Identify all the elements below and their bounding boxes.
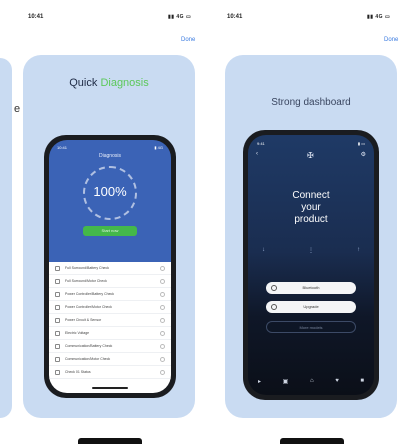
- list-item[interactable]: Power Controller/Motor Check: [49, 301, 171, 314]
- card-title-part2: Diagnosis: [100, 77, 149, 89]
- connect-product-heading: Connect your product: [248, 190, 374, 226]
- status-icons: ▮▮ 4G ▭: [168, 14, 192, 20]
- dashboard-background: 9:41 ▮ ▭ ‹ ✠ ⚙ Connect your product ↓ ⋮ …: [248, 135, 374, 395]
- upgrade-label: Upgrade: [303, 304, 319, 309]
- list-item-label: Full Surround/Battery Check: [65, 266, 109, 270]
- home-indicator-left: [78, 438, 142, 444]
- tab-home-icon[interactable]: ⌂: [310, 378, 314, 385]
- status-icon: [160, 291, 165, 297]
- status-icon: [160, 343, 165, 349]
- check-item-icon: [55, 369, 60, 375]
- list-item[interactable]: Communication/Motor Check: [49, 353, 171, 366]
- home-indicator: [92, 387, 128, 389]
- diagnosis-header: 10:41 ▮ 4G Diagnosis 100% Start now: [49, 140, 171, 262]
- list-item[interactable]: Full Surround/Motor Check: [49, 275, 171, 288]
- home-indicator-right: [280, 438, 344, 444]
- progress-value: 100%: [93, 184, 127, 199]
- list-item-label: Communication/Battery Check: [65, 344, 113, 348]
- status-icon: [160, 278, 165, 284]
- upgrade-button[interactable]: Upgrade: [266, 301, 356, 313]
- check-item-icon: [55, 291, 60, 297]
- tab-ride-icon[interactable]: ▸: [258, 378, 261, 385]
- card-title: Strong dashboard: [271, 97, 351, 108]
- check-item-icon: [55, 343, 60, 349]
- list-item-label: Full Surround/Motor Check: [65, 279, 107, 283]
- check-item-icon: [55, 304, 60, 310]
- check-item-icon: [55, 278, 60, 284]
- list-item-label: Power Circuit & Sensor: [65, 318, 102, 322]
- done-button-right[interactable]: Done: [384, 37, 398, 43]
- diagnosis-check-list: Full Surround/Battery Check Full Surroun…: [49, 262, 171, 393]
- brand-logo-icon: ✠: [307, 151, 314, 160]
- dashboard-indicators: ↓ ⋮ ↑: [262, 247, 360, 254]
- bluetooth-button[interactable]: Bluetooth: [266, 282, 356, 294]
- list-item-label: Power Controller/Battery Check: [65, 292, 115, 296]
- status-icon: [160, 330, 165, 336]
- upgrade-icon: [271, 304, 277, 310]
- list-item[interactable]: Power Circuit & Sensor: [49, 314, 171, 327]
- status-time: 10:41: [227, 14, 243, 20]
- list-item-label: Electric Voltage: [65, 331, 90, 335]
- phone-status-icons: ▮ 4G: [154, 145, 163, 150]
- settings-icon[interactable]: ⚙: [361, 151, 366, 158]
- diagnosis-screen: 10:41 ▮ 4G Diagnosis 100% Start now Full…: [49, 140, 171, 393]
- status-icon: [160, 356, 165, 362]
- bluetooth-label: Bluetooth: [302, 285, 320, 290]
- back-icon[interactable]: ‹: [256, 151, 258, 157]
- list-item[interactable]: Power Controller/Battery Check: [49, 288, 171, 301]
- strong-dashboard-card[interactable]: Strong dashboard 9:41 ▮ ▭ ‹ ✠ ⚙ Connect …: [225, 55, 397, 418]
- check-item-icon: [55, 330, 60, 336]
- check-item-icon: [55, 356, 60, 362]
- phone-status-icons: ▮ ▭: [357, 141, 365, 146]
- status-icon: [160, 317, 165, 323]
- bluetooth-icon: [271, 285, 277, 291]
- tab-stats-icon[interactable]: ▣: [283, 378, 289, 385]
- card-title: Quick Diagnosis: [23, 77, 195, 89]
- connect-line-1: Connect: [292, 190, 330, 201]
- connect-line-3: product: [294, 214, 328, 225]
- list-item[interactable]: Electric Voltage: [49, 327, 171, 340]
- start-button[interactable]: Start now: [83, 226, 137, 236]
- list-item-label: Communication/Motor Check: [65, 357, 111, 361]
- quick-diagnosis-card[interactable]: Quick Diagnosis 10:41 ▮ 4G Diagnosis 100…: [23, 55, 195, 418]
- list-item[interactable]: Communication/Battery Check: [49, 340, 171, 353]
- download-icon: ↓: [262, 247, 265, 253]
- previous-screenshot-card-edge: [0, 58, 12, 418]
- status-time: 10:41: [28, 14, 44, 20]
- status-icon: [160, 304, 165, 310]
- status-icon: [160, 265, 165, 271]
- phone-status-bar: 10:41 ▮ 4G: [57, 145, 163, 150]
- dashboard-screen: 9:41 ▮ ▭ ‹ ✠ ⚙ Connect your product ↓ ⋮ …: [248, 135, 374, 395]
- gauge-icon: ⋮: [308, 248, 314, 254]
- list-item-label: Power Controller/Motor Check: [65, 305, 112, 309]
- phone-mockup: 9:41 ▮ ▭ ‹ ✠ ⚙ Connect your product ↓ ⋮ …: [243, 130, 379, 400]
- done-button-left[interactable]: Done: [181, 37, 195, 43]
- partial-text: e: [14, 103, 21, 115]
- more-models-button[interactable]: More models: [266, 321, 356, 333]
- list-item[interactable]: Check 01 Status: [49, 366, 171, 379]
- check-item-icon: [55, 265, 60, 271]
- screen-title: Diagnosis: [99, 153, 121, 159]
- status-icons: ▮▮ 4G ▭: [367, 14, 391, 20]
- tab-bar: ▸ ▣ ⌂ ♥ ■: [258, 378, 364, 385]
- phone-mockup: 10:41 ▮ 4G Diagnosis 100% Start now Full…: [44, 135, 176, 398]
- tab-profile-icon[interactable]: ■: [360, 378, 364, 385]
- connect-line-2: your: [301, 202, 321, 213]
- card-title-part1: Quick: [69, 77, 101, 89]
- list-item[interactable]: Full Surround/Battery Check: [49, 262, 171, 275]
- status-icon: [160, 369, 165, 375]
- phone-status-time: 9:41: [257, 141, 265, 146]
- tab-favorite-icon[interactable]: ♥: [335, 378, 339, 385]
- dashboard-nav: ‹ ✠ ⚙: [256, 151, 366, 161]
- phone-status-bar: 9:41 ▮ ▭: [257, 141, 365, 146]
- check-item-icon: [55, 317, 60, 323]
- list-item-label: Check 01 Status: [65, 370, 91, 374]
- phone-status-time: 10:41: [57, 145, 68, 150]
- bolt-icon: ↑: [357, 247, 360, 253]
